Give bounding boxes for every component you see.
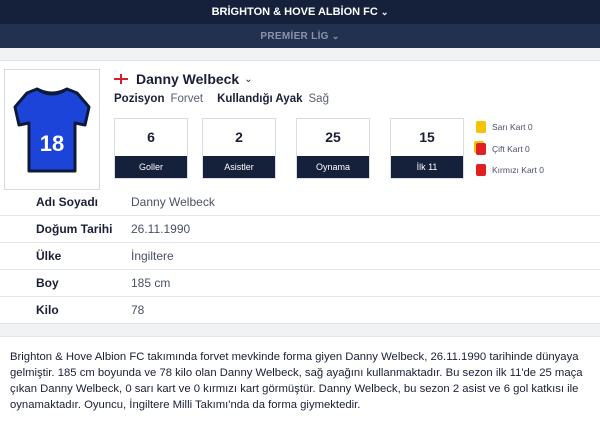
- yellow-card-icon: [476, 121, 486, 133]
- info-key: Adı Soyadı: [36, 195, 99, 209]
- england-flag-icon: [114, 74, 128, 84]
- double-card-count: Çift Kart 0: [476, 143, 530, 155]
- player-description: Brighton & Hove Albion FC takımında forv…: [0, 336, 600, 425]
- info-row-country: Ülke İngiltere: [0, 243, 600, 270]
- stat-starting-eleven: 15 İlk 11: [390, 118, 464, 179]
- info-value: Danny Welbeck: [131, 195, 215, 209]
- yellow-card-count: Sarı Kart 0: [476, 121, 533, 133]
- team-selector[interactable]: BRİGHTON & HOVE ALBİON FC ⌄: [0, 0, 600, 24]
- jersey-number: 18: [40, 131, 64, 156]
- player-jersey: 18: [4, 69, 100, 190]
- info-row-height: Boy 185 cm: [0, 270, 600, 297]
- info-key: Ülke: [36, 249, 62, 263]
- card-label: Sarı Kart 0: [492, 122, 533, 132]
- player-name-selector[interactable]: Danny Welbeck ⌄: [114, 69, 253, 89]
- info-key: Kilo: [36, 303, 59, 317]
- league-name: PREMİER LİG: [260, 30, 329, 42]
- stat-appearances: 25 Oynama: [296, 118, 370, 179]
- red-card-icon: [476, 164, 486, 176]
- info-key: Boy: [36, 276, 59, 290]
- jersey-icon: 18: [13, 87, 91, 173]
- info-key: Doğum Tarihi: [36, 222, 113, 236]
- player-name: Danny Welbeck: [136, 71, 240, 87]
- position-label: Pozisyon: [114, 93, 165, 105]
- player-attributes: Pozisyon Forvet Kullandığı Ayak Sağ: [114, 93, 343, 105]
- stat-value: 6: [147, 129, 155, 145]
- info-value: 185 cm: [131, 276, 171, 290]
- info-value: 26.11.1990: [131, 222, 191, 236]
- foot-label: Kullandığı Ayak: [217, 93, 303, 105]
- chevron-down-icon: ⌄: [244, 73, 253, 85]
- league-selector[interactable]: PREMİER LİG ⌄: [0, 24, 600, 48]
- info-value: İngiltere: [131, 249, 174, 263]
- stat-label: Asistler: [203, 156, 275, 178]
- stat-assists: 2 Asistler: [202, 118, 276, 179]
- stat-label: Goller: [115, 156, 187, 178]
- double-card-icon: [476, 143, 486, 155]
- player-info-table: Adı Soyadı Danny Welbeck Doğum Tarihi 26…: [0, 189, 600, 323]
- chevron-down-icon: ⌄: [331, 30, 340, 41]
- foot-value: Sağ: [308, 93, 329, 105]
- chevron-down-icon: ⌄: [380, 6, 389, 17]
- info-row-birthdate: Doğum Tarihi 26.11.1990: [0, 216, 600, 243]
- stat-value: 15: [419, 129, 435, 145]
- card-label: Kırmızı Kart 0: [492, 165, 544, 175]
- stat-goals: 6 Goller: [114, 118, 188, 179]
- player-card: 18 Danny Welbeck ⌄ Pozisyon Forvet Kulla…: [0, 60, 600, 324]
- stat-value: 25: [325, 129, 341, 145]
- description-text: Brighton & Hove Albion FC takımında forv…: [10, 351, 583, 411]
- stat-label: İlk 11: [391, 156, 463, 178]
- position-value: Forvet: [170, 93, 204, 105]
- stat-value: 2: [235, 129, 243, 145]
- card-label: Çift Kart 0: [492, 144, 530, 154]
- info-value: 78: [131, 303, 145, 317]
- red-card-count: Kırmızı Kart 0: [476, 164, 544, 176]
- info-row-weight: Kilo 78: [0, 297, 600, 323]
- info-row-name: Adı Soyadı Danny Welbeck: [0, 189, 600, 216]
- team-name: BRİGHTON & HOVE ALBİON FC: [211, 6, 378, 18]
- stat-label: Oynama: [297, 156, 369, 178]
